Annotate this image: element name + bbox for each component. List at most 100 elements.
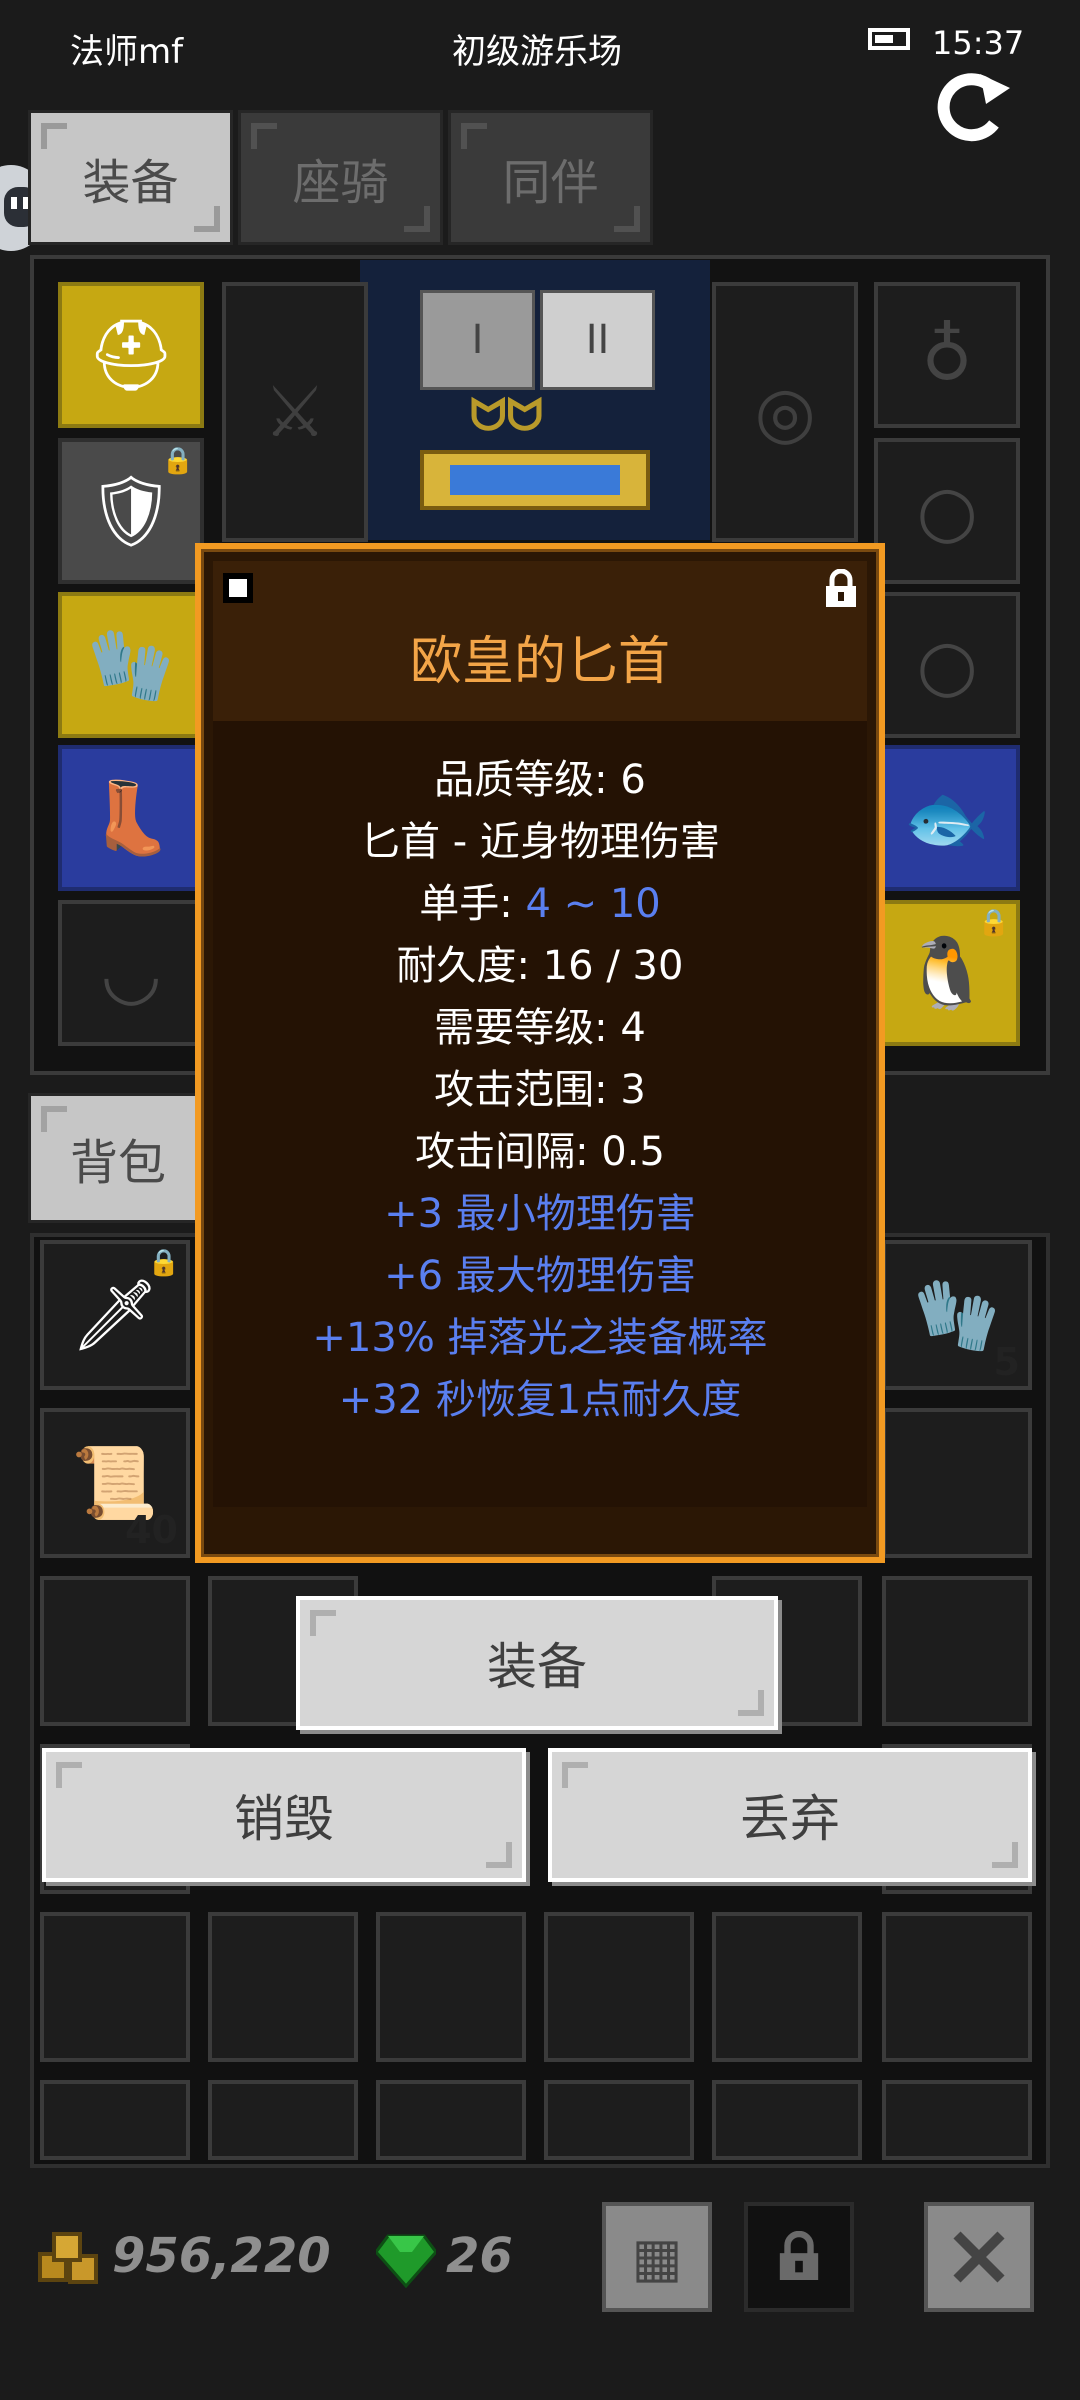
corner-ornament [855, 1533, 885, 1563]
ring-placeholder-icon: ○ [916, 624, 978, 706]
item-detail-popup: 欧皇的匕首 品质等级: 6 匕首 - 近身物理伤害 单手: 4 ~ 10 耐久度… [195, 543, 885, 1563]
equip-button[interactable]: 装备 [296, 1596, 778, 1730]
backpack-cell[interactable] [712, 2080, 862, 2160]
page-2-button[interactable]: II [540, 290, 655, 390]
select-icon[interactable] [223, 573, 253, 603]
equip-button-label: 装备 [487, 1638, 587, 1696]
fish-icon: 🐟 [903, 777, 991, 859]
backpack-cell[interactable] [544, 2080, 694, 2160]
equip-slot-offhand[interactable]: ◎ [712, 282, 858, 542]
gold-amount: 956,220 [112, 2228, 331, 2284]
item-attack-interval: 攻击间隔: 0.5 [415, 1129, 665, 1175]
tab-companion[interactable]: 同伴 [448, 110, 653, 245]
item-quality: 品质等级: 6 [434, 757, 646, 803]
lock-icon: 🔒 [977, 908, 1010, 938]
tab-mount-label: 座骑 [292, 154, 389, 211]
backpack-cell[interactable]: 📜 40 [40, 1408, 190, 1558]
refresh-icon[interactable] [930, 66, 1012, 148]
tab-equipment-label: 装备 [82, 154, 179, 211]
tab-companion-label: 同伴 [502, 154, 599, 211]
tab-backpack[interactable]: 背包 [28, 1093, 208, 1223]
helmet-icon: ⛑ [86, 314, 176, 396]
item-bonus: +3 最小物理伤害 [384, 1191, 696, 1237]
armor-icon: 🛡 [86, 470, 176, 552]
bird-icon: 🐧 [903, 932, 991, 1014]
equip-slot-pet[interactable]: 🐟 [874, 745, 1020, 891]
gloves-icon: 🧤 [913, 1274, 1001, 1356]
page-1-button[interactable]: I [420, 290, 535, 390]
item-durability: 耐久度: 16 / 30 [396, 943, 684, 989]
ring-placeholder-icon: ○ [916, 470, 978, 552]
boots-icon: 👢 [87, 777, 175, 859]
backpack-cell[interactable] [882, 2080, 1032, 2160]
page-2-label: II [585, 317, 610, 363]
close-button[interactable] [924, 2202, 1034, 2312]
equip-slot-weapon[interactable]: ⚔ [222, 282, 368, 542]
backpack-cell[interactable]: 🗡 🔒 [40, 1240, 190, 1390]
clock: 15:37 [932, 24, 1025, 62]
backpack-cell[interactable] [376, 2080, 526, 2160]
lock-icon: 🔒 [161, 446, 194, 476]
backpack-cell[interactable] [376, 1912, 526, 2062]
equip-slot-gloves[interactable]: 🧤 [58, 592, 204, 738]
damage-value: 4 ~ 10 [525, 881, 661, 927]
belt-icon: ◡ [100, 932, 162, 1014]
backpack-cell[interactable] [882, 1576, 1032, 1726]
stack-count: 40 [125, 1508, 178, 1552]
corner-ornament [195, 1533, 225, 1563]
stack-count: 5 [993, 1340, 1020, 1384]
discard-button-label: 丢弃 [740, 1790, 840, 1848]
backpack-cell[interactable] [208, 2080, 358, 2160]
discard-button[interactable]: 丢弃 [548, 1748, 1032, 1882]
backpack-cell[interactable] [208, 1912, 358, 2062]
equip-slot-armor[interactable]: 🛡 🔒 [58, 438, 204, 584]
backpack-cell[interactable] [40, 1912, 190, 2062]
gem-icon [374, 2234, 438, 2289]
item-bonus: +13% 掉落光之装备概率 [312, 1315, 768, 1361]
backpack-cell[interactable] [544, 1912, 694, 2062]
equip-slot-ring-1[interactable]: ○ [874, 438, 1020, 584]
grid-icon: ▦ [631, 2225, 683, 2289]
page-1-label: I [471, 317, 484, 363]
lock-toggle-button[interactable] [744, 2202, 854, 2312]
character-preview: ᗢᗢ [360, 260, 710, 540]
amulet-placeholder-icon: ♁ [921, 314, 973, 396]
lock-icon [779, 2231, 819, 2280]
tab-backpack-label: 背包 [69, 1135, 166, 1191]
lock-icon: 🔒 [147, 1248, 180, 1278]
backpack-cell[interactable]: 🧤 5 [882, 1240, 1032, 1390]
dagger-icon: 🗡 [70, 1274, 160, 1356]
gem-amount: 26 [446, 2228, 513, 2284]
equip-slot-belt[interactable]: ◡ [58, 900, 204, 1046]
gold-coin-icon [38, 2232, 104, 2286]
sword-placeholder-icon: ⚔ [263, 371, 327, 453]
item-damage: 单手: 4 ~ 10 [201, 871, 879, 929]
equip-slot-amulet[interactable]: ♁ [874, 282, 1020, 428]
backpack-cell[interactable] [712, 1912, 862, 2062]
backpack-cell[interactable] [40, 2080, 190, 2160]
backpack-cell[interactable] [882, 1408, 1032, 1558]
lock-icon[interactable] [823, 568, 859, 609]
location-name: 初级游乐场 [452, 32, 622, 72]
player-name: 法师mf [70, 32, 184, 72]
tab-equipment[interactable]: 装备 [28, 110, 233, 245]
damage-label: 单手: [419, 881, 526, 927]
item-attack-range: 攻击范围: 3 [434, 1067, 646, 1113]
destroy-button[interactable]: 销毁 [42, 1748, 526, 1882]
equip-slot-boots[interactable]: 👢 [58, 745, 204, 891]
tab-mount[interactable]: 座骑 [238, 110, 443, 245]
close-icon [953, 2231, 1005, 2283]
item-type: 匕首 - 近身物理伤害 [360, 819, 720, 865]
gauntlet-icon: 🧤 [87, 624, 175, 706]
corner-ornament [855, 543, 885, 573]
equip-slot-helmet[interactable]: ⛑ [58, 282, 204, 428]
grid-sort-button[interactable]: ▦ [602, 2202, 712, 2312]
shield-placeholder-icon: ◎ [754, 371, 816, 453]
backpack-cell[interactable] [882, 1912, 1032, 2062]
backpack-cell[interactable] [40, 1576, 190, 1726]
equip-slot-mount-item[interactable]: 🐧 🔒 [874, 900, 1020, 1046]
equip-slot-ring-2[interactable]: ○ [874, 592, 1020, 738]
item-required-level: 需要等级: 4 [434, 1005, 646, 1051]
item-bonus: +32 秒恢复1点耐久度 [338, 1377, 742, 1423]
item-bonus: +6 最大物理伤害 [384, 1253, 696, 1299]
